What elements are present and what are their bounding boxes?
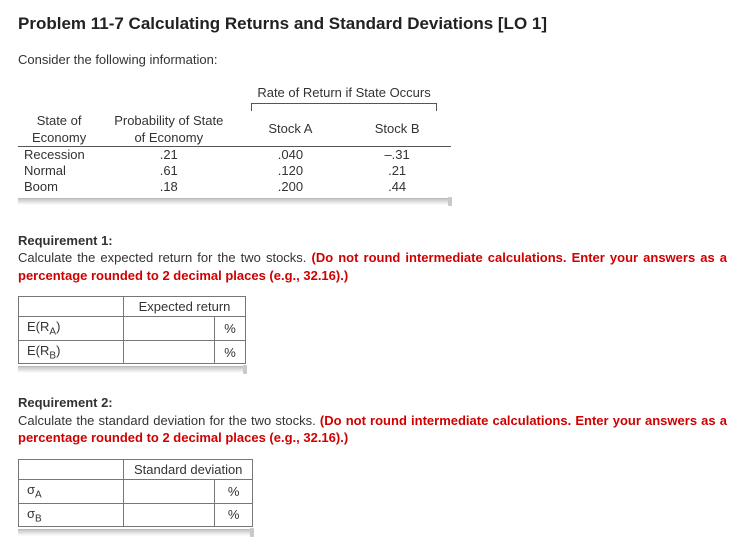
cell-state: Normal <box>18 163 100 179</box>
data-table: Rate of Return if State Occurs State ofE… <box>18 81 451 196</box>
cell-prob: .18 <box>100 179 237 195</box>
req2-answer-header: Standard deviation <box>124 459 253 479</box>
req1-title: Requirement 1: <box>18 233 113 248</box>
unit-percent: % <box>215 479 253 503</box>
table-row: Boom .18 .200 .44 <box>18 179 451 195</box>
input-erb[interactable] <box>124 343 214 362</box>
req2-scroll-indicator <box>18 529 253 536</box>
cell-b: –.31 <box>344 146 451 163</box>
answer-label-erb: E(RB) <box>19 340 124 364</box>
table-scroll-indicator <box>18 198 451 205</box>
answer-label-sigma-a: σA <box>19 479 124 503</box>
cell-b: .44 <box>344 179 451 195</box>
cell-state: Recession <box>18 146 100 163</box>
req2-text: Calculate the standard deviation for the… <box>18 413 320 428</box>
table-row: Recession .21 .040 –.31 <box>18 146 451 163</box>
cell-prob: .61 <box>100 163 237 179</box>
problem-title: Problem 11-7 Calculating Returns and Sta… <box>18 14 727 34</box>
cell-a: .040 <box>237 146 343 163</box>
cell-a: .200 <box>237 179 343 195</box>
unit-percent: % <box>215 317 246 341</box>
unit-percent: % <box>215 503 253 527</box>
unit-percent: % <box>215 340 246 364</box>
group-header-text: Rate of Return if State Occurs <box>251 85 436 101</box>
req1-answer-wrap: Expected return E(RA) % E(RB) % <box>18 296 246 373</box>
cell-prob: .21 <box>100 146 237 163</box>
input-era[interactable] <box>124 319 214 338</box>
input-sigma-a[interactable] <box>124 482 214 501</box>
group-header-cell: Rate of Return if State Occurs <box>237 81 450 113</box>
requirement-1: Requirement 1: Calculate the expected re… <box>18 232 727 377</box>
answer-row: E(RA) % <box>19 317 246 341</box>
requirement-2: Requirement 2: Calculate the standard de… <box>18 394 727 539</box>
col-prob: Probability of Stateof Economy <box>100 113 237 146</box>
col-stock-b: Stock B <box>344 113 451 146</box>
cell-a: .120 <box>237 163 343 179</box>
intro-text: Consider the following information: <box>18 52 727 67</box>
req2-answer-wrap: Standard deviation σA % σB % <box>18 459 253 536</box>
answer-row: σA % <box>19 479 253 503</box>
answer-row: σB % <box>19 503 253 527</box>
req2-title: Requirement 2: <box>18 395 113 410</box>
req1-scroll-indicator <box>18 366 246 373</box>
cell-b: .21 <box>344 163 451 179</box>
answer-label-era: E(RA) <box>19 317 124 341</box>
data-table-wrap: Rate of Return if State Occurs State ofE… <box>18 81 451 205</box>
table-row: Normal .61 .120 .21 <box>18 163 451 179</box>
req2-answer-table: Standard deviation σA % σB % <box>18 459 253 527</box>
answer-label-sigma-b: σB <box>19 503 124 527</box>
req1-answer-header: Expected return <box>124 297 246 317</box>
col-stock-a: Stock A <box>237 113 343 146</box>
col-state: State ofEconomy <box>18 113 100 146</box>
cell-state: Boom <box>18 179 100 195</box>
req1-text: Calculate the expected return for the tw… <box>18 250 312 265</box>
answer-row: E(RB) % <box>19 340 246 364</box>
req1-answer-table: Expected return E(RA) % E(RB) % <box>18 296 246 364</box>
input-sigma-b[interactable] <box>124 505 214 524</box>
